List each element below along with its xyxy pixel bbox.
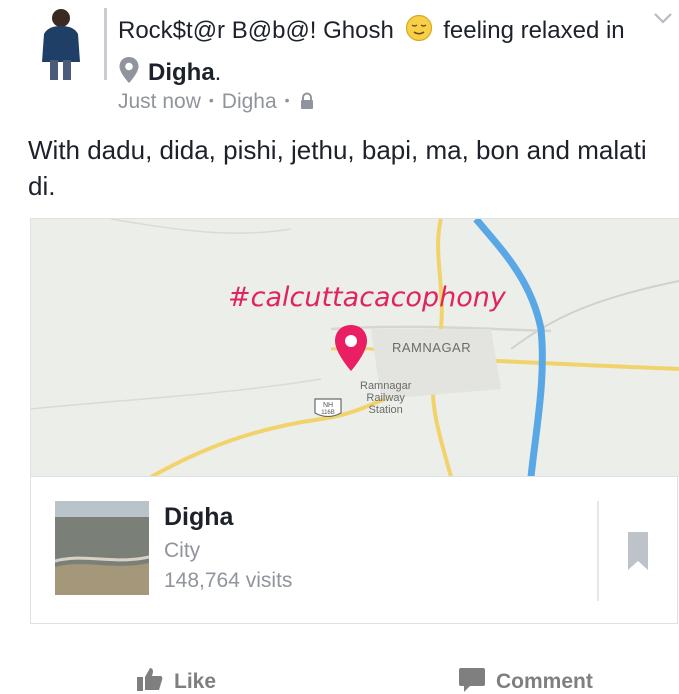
hashtag-overlay: #calcuttacacophony	[228, 282, 506, 313]
map-marker-icon[interactable]	[333, 323, 369, 373]
place-card-visits: 148,764 visits	[164, 569, 293, 592]
comment-label: Comment	[496, 670, 593, 693]
place-card-title[interactable]: Digha	[164, 503, 233, 532]
feeling-text: feeling relaxed in	[443, 17, 625, 44]
bookmark-icon[interactable]	[627, 531, 649, 571]
station-label-line: Railway	[366, 392, 405, 404]
map-town-label: RAMNAGAR	[392, 340, 472, 355]
card-divider	[597, 501, 599, 601]
map-station-label: Ramnagar Railway Station	[360, 380, 411, 416]
place-suffix: .	[214, 59, 222, 86]
like-button[interactable]: Like	[136, 666, 216, 694]
location-text[interactable]: Digha	[222, 90, 277, 113]
comment-icon	[459, 668, 485, 692]
comment-button[interactable]: Comment	[458, 666, 593, 694]
post-header: Rock$t@r B@b@! Ghosh feeling relaxed in	[118, 14, 625, 45]
place-thumbnail[interactable]	[55, 501, 149, 595]
highway-shield: NH 116B	[313, 398, 343, 420]
map-view[interactable]	[30, 218, 679, 477]
avatar[interactable]	[30, 4, 88, 82]
author-name[interactable]: Rock$t@r B@b@! Ghosh	[118, 17, 394, 44]
separator-dot: •	[208, 92, 214, 108]
relieved-face-emoji-icon	[405, 14, 432, 42]
post-text: With dadu, dida, pishi, jethu, bapi, ma,…	[28, 135, 647, 201]
header-divider	[104, 8, 107, 80]
location-pin-icon	[119, 57, 139, 83]
post-actions: Like Comment	[0, 656, 679, 693]
place-link[interactable]: Digha	[148, 59, 215, 86]
like-label: Like	[174, 670, 217, 693]
highway-top-text: NH	[323, 402, 333, 409]
lock-icon[interactable]	[298, 92, 316, 110]
separator-dot: •	[284, 92, 290, 108]
chevron-down-icon[interactable]	[652, 10, 674, 26]
station-label-line: Ramnagar	[360, 380, 412, 392]
timestamp[interactable]: Just now	[118, 90, 201, 113]
place-card-category: City	[164, 539, 201, 562]
station-label-line: Station	[368, 404, 403, 416]
post-meta: Just now • Digha •	[118, 90, 316, 114]
place-card[interactable]: Digha City 148,764 visits	[30, 476, 678, 624]
highway-num-text: 116B	[321, 410, 335, 416]
thumbs-up-icon	[137, 668, 163, 691]
place-line: Digha.	[118, 56, 221, 87]
